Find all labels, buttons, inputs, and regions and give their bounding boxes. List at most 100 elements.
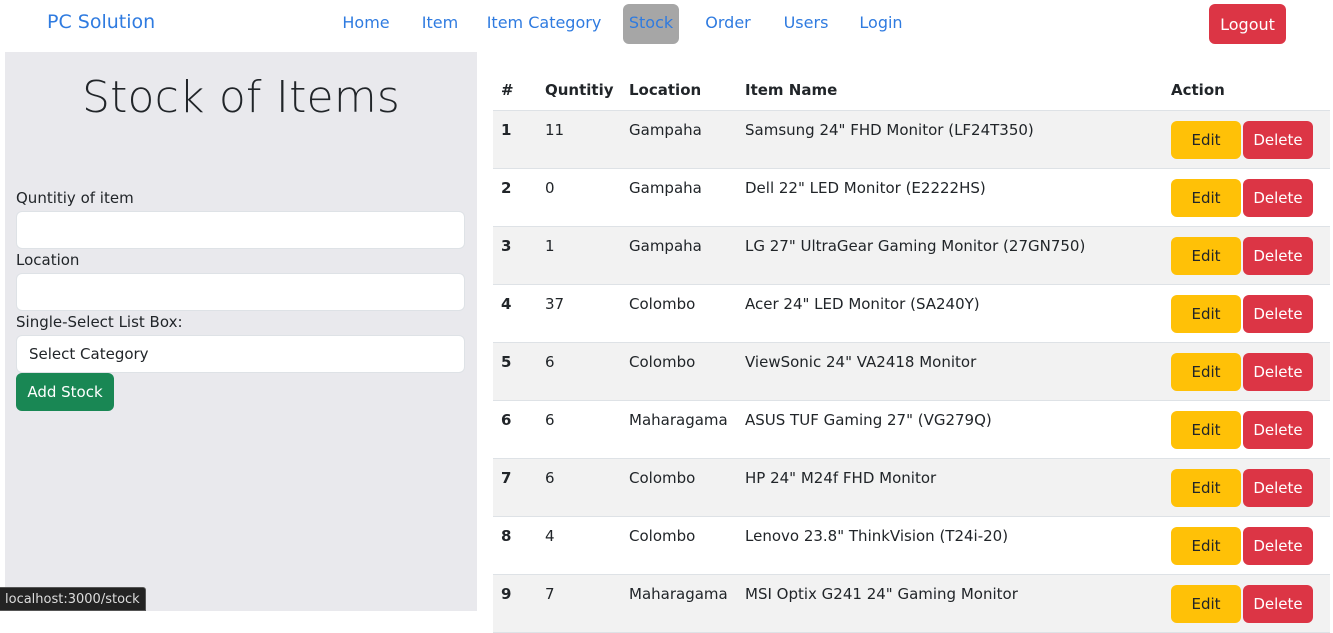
add-stock-button[interactable]: Add Stock xyxy=(16,373,114,411)
delete-button[interactable]: Delete xyxy=(1243,411,1313,449)
table-row: 2 0 Gampaha Dell 22" LED Monitor (E2222HS) E… xyxy=(493,168,1330,227)
delete-button[interactable]: Delete xyxy=(1243,179,1313,217)
quantity-label: Quntitiy of item xyxy=(16,189,134,207)
row-item-name: ViewSonic 24" VA2418 Monitor xyxy=(737,342,1163,401)
row-quantity: 6 xyxy=(537,342,621,401)
row-actions: Edit Delete xyxy=(1163,574,1330,633)
row-number: 1 xyxy=(493,110,537,169)
table-row: 1 11 Gampaha Samsung 24" FHD Monitor (LF24T… xyxy=(493,110,1330,169)
nav-login-link[interactable]: Login xyxy=(852,4,910,44)
row-number: 5 xyxy=(493,342,537,401)
row-location: Colombo xyxy=(621,342,737,401)
row-quantity: 37 xyxy=(537,284,621,343)
category-label: Single-Select List Box: xyxy=(16,313,183,331)
nav-order-link[interactable]: Order xyxy=(697,4,759,44)
nav-home-link[interactable]: Home xyxy=(336,4,396,44)
row-actions: Edit Delete xyxy=(1163,284,1330,343)
row-item-name: Lenovo 23.8" ThinkVision (T24i-20) xyxy=(737,516,1163,575)
delete-button[interactable]: Delete xyxy=(1243,469,1313,507)
edit-button[interactable]: Edit xyxy=(1171,527,1241,565)
delete-button[interactable]: Delete xyxy=(1243,121,1313,159)
category-select[interactable]: Select Category xyxy=(16,335,465,373)
row-quantity: 1 xyxy=(537,226,621,285)
row-number: 4 xyxy=(493,284,537,343)
row-quantity: 6 xyxy=(537,400,621,459)
edit-button[interactable]: Edit xyxy=(1171,295,1241,333)
row-quantity: 7 xyxy=(537,574,621,633)
delete-button[interactable]: Delete xyxy=(1243,527,1313,565)
row-actions: Edit Delete xyxy=(1163,342,1330,401)
table-row: 9 7 Maharagama MSI Optix G241 24" Gaming Mo… xyxy=(493,574,1330,633)
table-row: 5 6 Colombo ViewSonic 24" VA2418 Monitor Edi… xyxy=(493,342,1330,401)
brand-link[interactable]: PC Solution xyxy=(47,11,155,33)
row-number: 6 xyxy=(493,400,537,459)
row-number: 8 xyxy=(493,516,537,575)
row-item-name: Dell 22" LED Monitor (E2222HS) xyxy=(737,168,1163,227)
stock-table: # Quntitiy Location Item Name Action 1 11… xyxy=(493,70,1330,633)
row-quantity: 6 xyxy=(537,458,621,517)
nav-stock-link[interactable]: Stock xyxy=(623,4,679,44)
table-row: 8 4 Colombo Lenovo 23.8" ThinkVision (T24i-… xyxy=(493,516,1330,575)
row-location: Gampaha xyxy=(621,226,737,285)
location-label: Location xyxy=(16,251,80,269)
col-header-number: # xyxy=(493,70,537,111)
delete-button[interactable]: Delete xyxy=(1243,585,1313,623)
row-actions: Edit Delete xyxy=(1163,400,1330,459)
row-item-name: Acer 24" LED Monitor (SA240Y) xyxy=(737,284,1163,343)
row-quantity: 11 xyxy=(537,110,621,169)
nav-item-link[interactable]: Item xyxy=(414,4,466,44)
page-title: Stock of Items xyxy=(81,72,401,123)
location-input[interactable] xyxy=(16,273,465,311)
col-header-location: Location xyxy=(621,70,737,111)
category-select-value: Select Category xyxy=(29,345,149,363)
row-number: 7 xyxy=(493,458,537,517)
col-header-action: Action xyxy=(1163,70,1330,111)
edit-button[interactable]: Edit xyxy=(1171,469,1241,507)
row-item-name: LG 27" UltraGear Gaming Monitor (27GN750… xyxy=(737,226,1163,285)
row-item-name: MSI Optix G241 24" Gaming Monitor xyxy=(737,574,1163,633)
col-header-quantity: Quntitiy xyxy=(537,70,621,111)
table-row: 6 6 Maharagama ASUS TUF Gaming 27" (VG279Q)… xyxy=(493,400,1330,459)
table-header-row: # Quntitiy Location Item Name Action xyxy=(493,70,1330,111)
quantity-input[interactable] xyxy=(16,211,465,249)
nav-item-category-link[interactable]: Item Category xyxy=(484,4,604,44)
add-stock-panel: Stock of Items Quntitiy of item Location… xyxy=(5,52,477,611)
row-location: Gampaha xyxy=(621,110,737,169)
row-actions: Edit Delete xyxy=(1163,458,1330,517)
row-item-name: ASUS TUF Gaming 27" (VG279Q) xyxy=(737,400,1163,459)
edit-button[interactable]: Edit xyxy=(1171,353,1241,391)
nav-users-link[interactable]: Users xyxy=(776,4,836,44)
row-quantity: 0 xyxy=(537,168,621,227)
delete-button[interactable]: Delete xyxy=(1243,237,1313,275)
row-location: Colombo xyxy=(621,284,737,343)
table-row: 4 37 Colombo Acer 24" LED Monitor (SA240Y) E… xyxy=(493,284,1330,343)
row-actions: Edit Delete xyxy=(1163,168,1330,227)
row-number: 3 xyxy=(493,226,537,285)
row-location: Gampaha xyxy=(621,168,737,227)
row-item-name: HP 24" M24f FHD Monitor xyxy=(737,458,1163,517)
table-row: 7 6 Colombo HP 24" M24f FHD Monitor Edit Dele… xyxy=(493,458,1330,517)
edit-button[interactable]: Edit xyxy=(1171,585,1241,623)
row-actions: Edit Delete xyxy=(1163,110,1330,169)
row-number: 9 xyxy=(493,574,537,633)
row-actions: Edit Delete xyxy=(1163,516,1330,575)
row-quantity: 4 xyxy=(537,516,621,575)
row-actions: Edit Delete xyxy=(1163,226,1330,285)
edit-button[interactable]: Edit xyxy=(1171,121,1241,159)
logout-button[interactable]: Logout xyxy=(1209,4,1286,44)
table-row: 3 1 Gampaha LG 27" UltraGear Gaming Monitor… xyxy=(493,226,1330,285)
delete-button[interactable]: Delete xyxy=(1243,353,1313,391)
row-item-name: Samsung 24" FHD Monitor (LF24T350) xyxy=(737,110,1163,169)
row-location: Colombo xyxy=(621,516,737,575)
delete-button[interactable]: Delete xyxy=(1243,295,1313,333)
row-location: Maharagama xyxy=(621,400,737,459)
top-navbar: PC Solution Home Item Item Category Stoc… xyxy=(0,0,1333,52)
row-location: Colombo xyxy=(621,458,737,517)
col-header-item-name: Item Name xyxy=(737,70,1163,111)
edit-button[interactable]: Edit xyxy=(1171,237,1241,275)
link-status-bar: localhost:3000/stock xyxy=(0,587,146,611)
edit-button[interactable]: Edit xyxy=(1171,179,1241,217)
row-location: Maharagama xyxy=(621,574,737,633)
edit-button[interactable]: Edit xyxy=(1171,411,1241,449)
row-number: 2 xyxy=(493,168,537,227)
